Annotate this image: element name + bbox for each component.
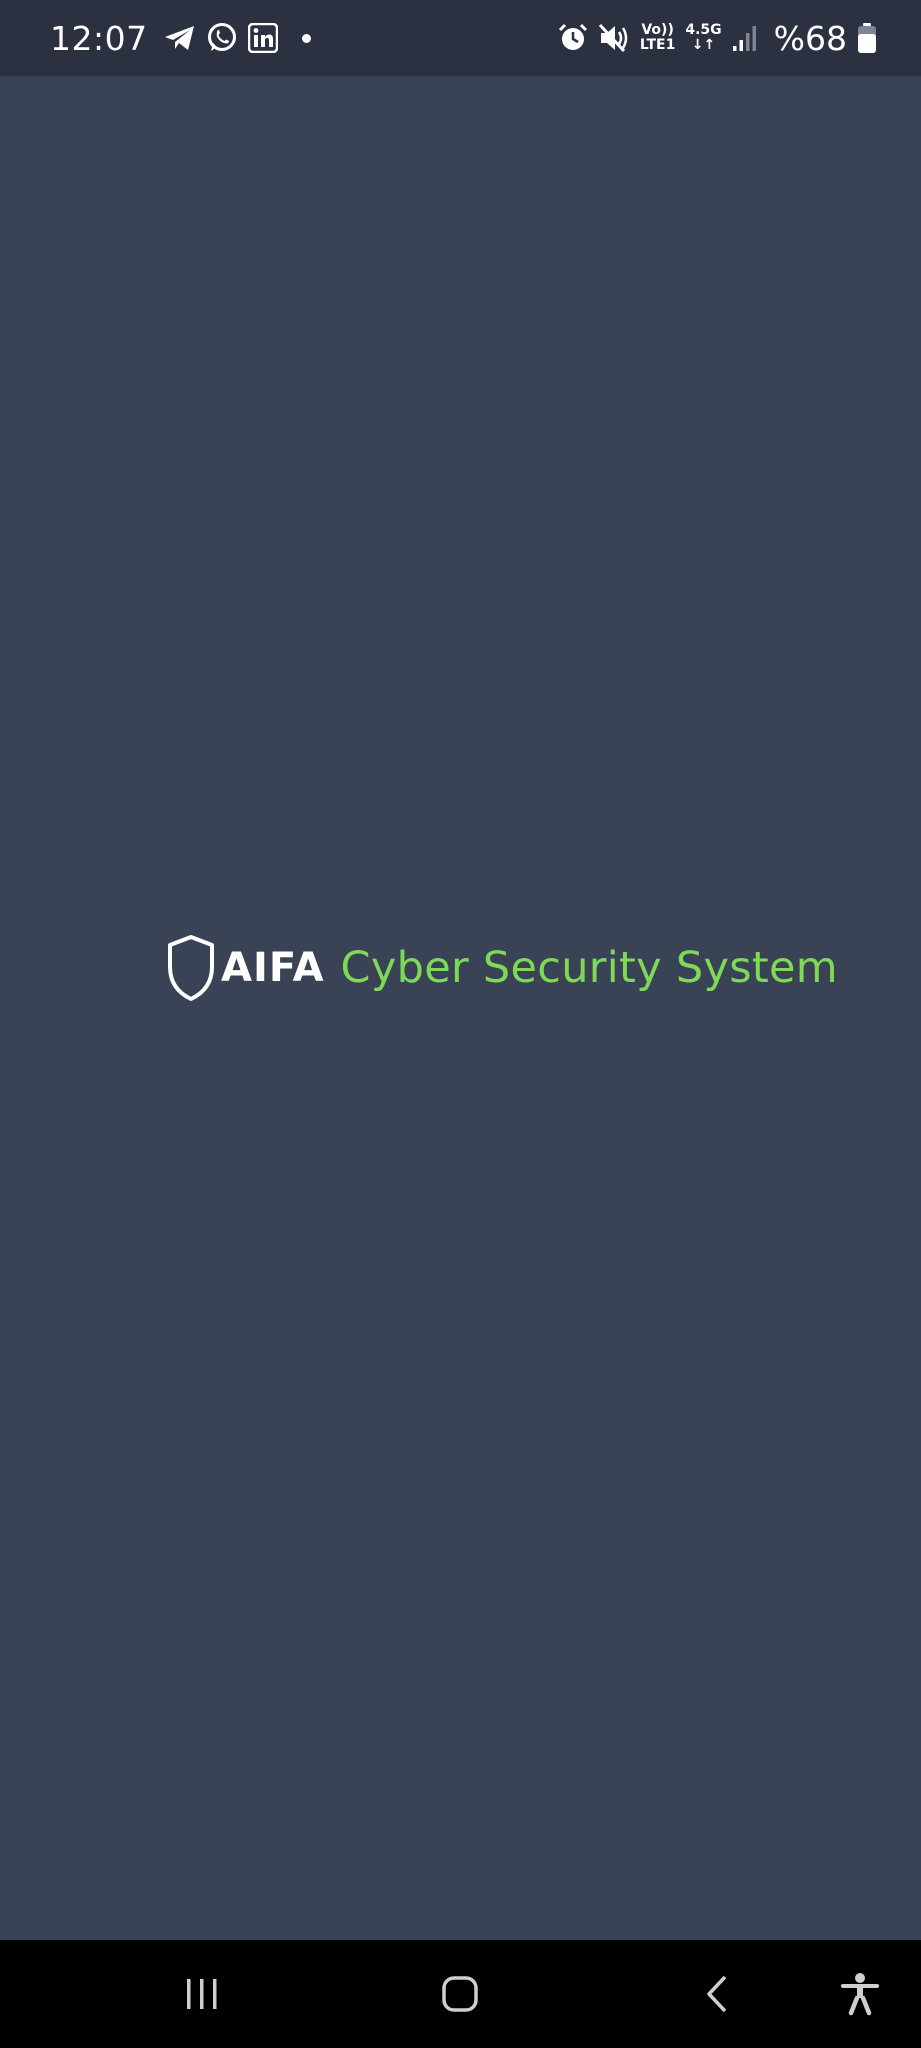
telegram-icon	[164, 24, 196, 52]
notification-dot	[301, 33, 311, 43]
home-button[interactable]	[418, 1940, 502, 2048]
brand-tagline: Cyber Security System	[340, 943, 838, 993]
whatsapp-icon	[206, 22, 238, 54]
signal-icon	[732, 24, 758, 52]
data-activity-label: ↓↑	[691, 37, 716, 53]
mute-icon	[598, 23, 630, 53]
battery-icon	[857, 22, 877, 54]
recent-apps-icon	[182, 1976, 222, 2012]
brand-name: AIFA	[221, 945, 325, 991]
clock: 12:07	[50, 18, 148, 58]
network-type-label: 4.5G	[685, 22, 722, 38]
home-icon	[440, 1974, 480, 2014]
status-bar: 12:07 Vo)) LTE1 4.5G ↓↑ %68	[0, 0, 921, 76]
splash-logo: AIFA Cyber Security System	[165, 930, 838, 1006]
navigation-bar	[0, 1940, 921, 2048]
volte-top-label: Vo))	[641, 22, 674, 38]
status-left: 12:07	[50, 0, 311, 76]
recent-apps-button[interactable]	[160, 1940, 244, 2048]
alarm-icon	[558, 23, 588, 53]
status-right: Vo)) LTE1 4.5G ↓↑ %68	[558, 0, 877, 76]
accessibility-button[interactable]	[818, 1940, 902, 2048]
network-icon: 4.5G ↓↑	[685, 23, 721, 53]
back-button[interactable]	[676, 1940, 760, 2048]
back-icon	[703, 1974, 733, 2014]
volte-icon: Vo)) LTE1	[640, 23, 675, 53]
battery-percentage: %68	[773, 18, 847, 58]
shield-icon	[165, 933, 217, 1003]
accessibility-icon	[840, 1972, 880, 2016]
volte-bottom-label: LTE1	[639, 37, 676, 53]
linkedin-icon	[247, 23, 278, 53]
